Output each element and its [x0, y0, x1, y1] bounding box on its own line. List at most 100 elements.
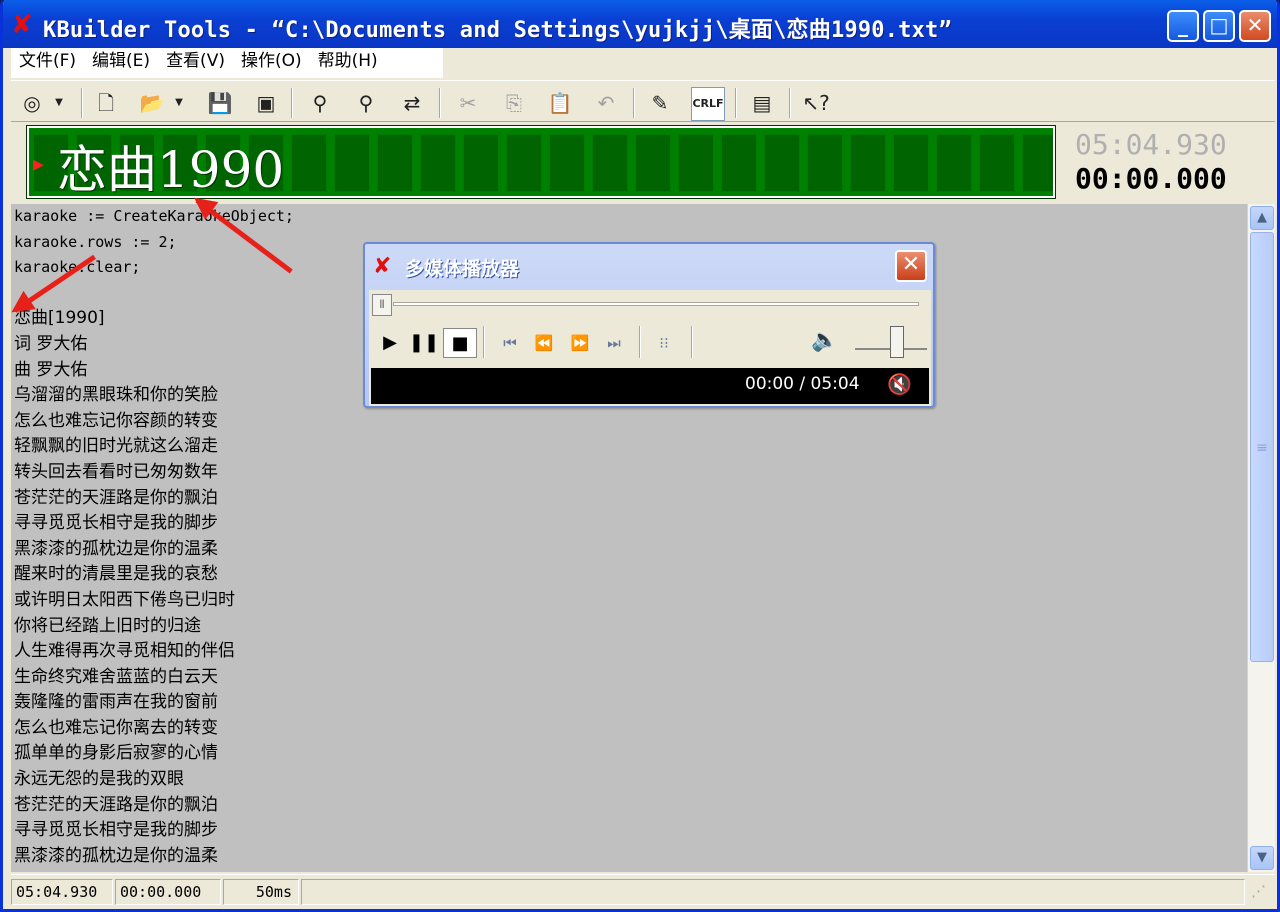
lyric-cell [721, 134, 757, 192]
lyric-cell [291, 134, 327, 192]
toolbar-separator [735, 88, 737, 118]
crlf-icon[interactable]: CRLF [691, 87, 725, 121]
preview-icon[interactable]: ▤ [745, 87, 779, 121]
menu-help[interactable]: 帮助(H) [310, 48, 386, 78]
help-icon[interactable]: ↖? [799, 87, 833, 121]
seek-knob[interactable]: ⦀ [372, 294, 392, 316]
toolbar-separator [291, 88, 293, 118]
replace-icon[interactable]: ⇄ [395, 87, 429, 121]
lyric-cell [678, 134, 714, 192]
cut-icon[interactable]: ✂ [451, 87, 485, 121]
lyric-cell [334, 134, 370, 192]
editor-line: 或许明日太阳西下倦鸟已归时 [14, 589, 235, 610]
editor-line: 寻寻觅觅长相守是我的脚步 [14, 820, 218, 841]
save-all-icon[interactable]: ▣ [249, 87, 283, 121]
lyric-panel: ▸ 恋曲1990 [26, 125, 1056, 199]
dropdown-arrow-icon[interactable]: ▼ [51, 87, 67, 121]
toolbar-separator [789, 88, 791, 118]
editor-line: 你将已经踏上旧时的归途 [14, 615, 201, 636]
open-folder-icon[interactable]: 📂 [135, 87, 169, 121]
toolbar-separator [633, 88, 635, 118]
pause-icon[interactable]: ❚❚ [407, 328, 441, 358]
skip-back-icon[interactable]: ⏮ [493, 328, 527, 358]
new-file-icon[interactable]: 🗋 [89, 87, 123, 121]
volume-knob[interactable] [890, 326, 905, 358]
editor-line: 孤单单的身影后寂寥的心情 [14, 743, 218, 764]
mute-icon[interactable]: 🔇 [887, 372, 912, 396]
play-icon[interactable]: ▶ [373, 328, 407, 358]
scroll-thumb[interactable]: ≡ [1250, 232, 1274, 662]
status-bar: 05:04.930 00:00.000 50ms ⋰ [11, 874, 1275, 906]
highlight-icon[interactable]: ✎ [643, 87, 677, 121]
save-icon[interactable]: 💾 [203, 87, 237, 121]
player-separator [639, 326, 641, 358]
player-title: 多媒体播放器 [405, 258, 520, 280]
lyric-cell [635, 134, 671, 192]
lyric-cell [377, 134, 413, 192]
fast-forward-icon[interactable]: ⏩ [563, 328, 597, 358]
player-app-icon: ✘ [373, 254, 392, 279]
editor-line: 苍茫茫的天涯路是你的飘泊 [14, 794, 218, 815]
lyric-cell [420, 134, 456, 192]
lyric-cell [893, 134, 929, 192]
resize-grip-icon[interactable]: ⋰ [1247, 879, 1273, 905]
maximize-button[interactable]: □ [1203, 10, 1235, 42]
lyric-cell [979, 134, 1015, 192]
lyric-cell [1022, 134, 1053, 192]
playlist-icon[interactable]: ⁝⁝ [647, 328, 681, 358]
rewind-icon[interactable]: ⏪ [527, 328, 561, 358]
lyric-cell [936, 134, 972, 192]
volume-icon[interactable]: 🔈 [811, 328, 838, 353]
minimize-button[interactable]: _ [1167, 10, 1199, 42]
find-icon[interactable]: ⚲ [303, 87, 337, 121]
total-time: 05:04.930 [1075, 128, 1227, 161]
stop-icon[interactable]: ■ [443, 328, 477, 358]
toolbar: ◎ ▼ 🗋 📂 ▼ 💾 ▣ ⚲ ⚲ ⇄ ✂ ⎘ 📋 ↶ ✎ CRLF ▤ ↖? [11, 80, 1275, 122]
dropdown-arrow-icon[interactable]: ▼ [171, 87, 187, 121]
menu-view[interactable]: 查看(V) [158, 48, 233, 78]
globe-icon[interactable]: ◎ [15, 87, 49, 121]
status-total: 05:04.930 [11, 879, 113, 905]
copy-icon[interactable]: ⎘ [497, 87, 531, 121]
close-button[interactable]: ✕ [1239, 10, 1271, 42]
player-display: 00:00 / 05:04 🔇 [371, 368, 929, 404]
menu-edit[interactable]: 编辑(E) [84, 48, 158, 78]
scroll-up-icon[interactable]: ▲ [1250, 206, 1274, 230]
player-separator [483, 326, 485, 358]
title-bar[interactable]: ✘ KBuilder Tools - “C:\Documents and Set… [3, 0, 1277, 48]
lyric-cell [807, 134, 843, 192]
window-title: KBuilder Tools - “C:\Documents and Setti… [43, 18, 952, 43]
paste-icon[interactable]: 📋 [543, 87, 577, 121]
editor-line: 转头回去看看时已匆匆数年 [14, 461, 218, 482]
lyric-cell [549, 134, 585, 192]
editor-line: 永远无怨的是我的双眼 [14, 769, 184, 790]
scroll-down-icon[interactable]: ▼ [1250, 846, 1274, 870]
editor-line: 怎么也难忘记你容颜的转变 [14, 410, 218, 431]
status-blank [301, 879, 1245, 905]
main-window: ✘ KBuilder Tools - “C:\Documents and Set… [0, 0, 1280, 912]
lyric-text: 恋曲1990 [57, 141, 285, 198]
current-time: 00:00.000 [1075, 162, 1227, 195]
editor-line: 人生难得再次寻觅相知的伴侣 [14, 641, 235, 662]
skip-forward-icon[interactable]: ⏭ [597, 328, 631, 358]
editor-line: 轻飘飘的旧时光就这么溜走 [14, 436, 218, 457]
editor-line: 黑漆漆的孤枕边是你的温柔 [14, 538, 218, 559]
seek-track[interactable] [393, 302, 919, 306]
player-separator [691, 326, 693, 358]
find-next-icon[interactable]: ⚲ [349, 87, 383, 121]
undo-icon[interactable]: ↶ [589, 87, 623, 121]
editor-line: 生命终究难舍蓝蓝的白云天 [14, 666, 218, 687]
app-icon: ✘ [11, 10, 33, 40]
editor-line: 寻寻觅觅长相守是我的脚步 [14, 513, 218, 534]
editor-line: 轰隆隆的雷雨声在我的窗前 [14, 692, 218, 713]
toolbar-separator [81, 88, 83, 118]
player-close-button[interactable]: ✕ [895, 250, 927, 282]
editor-line: 黑漆漆的孤枕边是你的温柔 [14, 845, 218, 866]
lyric-cell [463, 134, 499, 192]
lyric-cell [850, 134, 886, 192]
player-body: ⦀ ▶ ❚❚ ■ ⏮ ⏪ ⏩ ⏭ ⁝⁝ 🔈 00:00 / 05:04 🔇 [369, 290, 931, 406]
menu-action[interactable]: 操作(O) [233, 48, 310, 78]
vertical-scrollbar[interactable]: ▲ ≡ ▼ [1247, 204, 1275, 872]
status-current: 00:00.000 [115, 879, 221, 905]
menu-file[interactable]: 文件(F) [11, 48, 84, 78]
